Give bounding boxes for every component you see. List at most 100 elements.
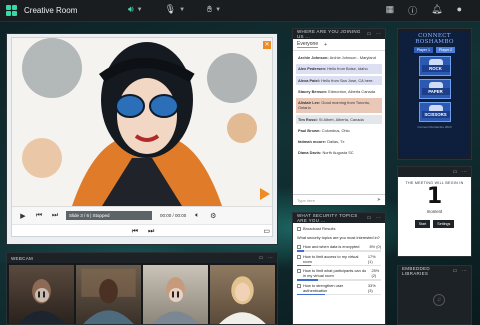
poll-option[interactable]: How to limit access to my virtual room 17… (297, 254, 381, 266)
checkbox[interactable] (297, 283, 301, 288)
checkbox[interactable] (297, 226, 301, 231)
next-slide-button[interactable]: ⏭ (50, 212, 60, 220)
chat-message: Alexa Patel: Hello from San Jose, CA her… (296, 75, 382, 85)
checkbox[interactable] (297, 254, 301, 259)
broadcast-results-toggle[interactable]: Broadcast Results (297, 226, 381, 231)
more-icon[interactable]: ⋯ (268, 255, 273, 261)
raise-hand-control[interactable]: ✋︎ ▼ (207, 4, 221, 15)
presentation-controls: ▶ ⏮ ⏭ Slide 3 / 6 | Stopped 00:00 / 00:0… (12, 206, 272, 224)
poll-option[interactable]: How to limit what participants can do in… (297, 268, 381, 281)
message-input[interactable]: Type here ➤ (293, 194, 385, 205)
poll-result-bar (297, 293, 381, 295)
webcam-pod: WEBCAM ▭ ⋯ ❚❚ ❚❚ (6, 252, 278, 325)
slide-status: Slide 3 / 6 | Stopped (66, 211, 152, 220)
fullscreen-icon[interactable]: ▭ (263, 227, 270, 235)
layout-icon[interactable]: ▭ (259, 255, 264, 261)
more-icon[interactable]: ⋯ (462, 268, 467, 274)
webcam-tile[interactable]: ❚❚ (143, 265, 208, 324)
poll-result-fill (297, 293, 325, 295)
layout-icon[interactable]: ▭ (367, 31, 372, 37)
timer-settings-button[interactable]: Settings (433, 220, 455, 228)
add-tab-icon[interactable]: + (324, 42, 327, 48)
rock-button[interactable]: ROCK (418, 56, 451, 76)
chat-message: fatimah moore: Dallas, Tx (298, 139, 345, 145)
presentation-pod: ✕ ▶ ⏮ ⏭ Slide 3 / 6 | Stopped 00:00 / 00… (6, 33, 278, 245)
player1-button[interactable]: Player 1 (413, 47, 433, 53)
player2-button[interactable]: Player 2 (436, 47, 456, 53)
pause-icon[interactable]: ❚❚ (34, 287, 49, 302)
chat-pod: WHERE ARE YOU JOINING US ... ▭ ⋯ Everyone… (292, 28, 386, 206)
scissors-button[interactable]: SCISSORS (418, 102, 451, 122)
poll-result-bar (297, 264, 381, 266)
webcam-tile[interactable]: ❚❚ (9, 265, 74, 324)
settings-icon[interactable]: ⚙ (208, 212, 218, 220)
poll-option[interactable]: How to strengthen user authentication 33%… (297, 283, 381, 295)
hand-icon: ✋︎ (207, 4, 213, 14)
poll-pod: WHAT SECURITY TOPICS ARE YOU ... ▭ ⋯ Broa… (292, 212, 386, 325)
app-logo-icon (6, 4, 18, 17)
more-icon[interactable]: ⋯ (462, 169, 467, 175)
chat-message: Stacey Benson: Edmonton, Alberta Canada (298, 88, 376, 94)
chevron-down-icon: ▼ (136, 6, 143, 13)
poll-option[interactable]: How and when data is encrypted 8% (0) (297, 244, 381, 252)
music-icon[interactable]: ♫ (433, 294, 445, 306)
more-icon[interactable]: ⋯ (376, 215, 381, 221)
timer-pod: ▭ ⋯ THE MEETING WILL BEGIN IN 1 moment St… (397, 166, 472, 257)
checkbox[interactable] (297, 269, 301, 273)
room-title: Creative Room (24, 6, 78, 15)
webcam-title: WEBCAM (11, 255, 34, 261)
chat-message: Diana Davis: North Augusta SC (298, 150, 354, 156)
webcam-header: WEBCAM ▭ ⋯ (7, 253, 277, 263)
webcam-tile[interactable] (76, 265, 141, 324)
pause-icon[interactable]: ❚❚ (168, 287, 183, 302)
roshambo-footer: Connect Roshambo 2023 (417, 125, 452, 129)
chat-header: WHERE ARE YOU JOINING US ... ▭ ⋯ (293, 29, 385, 39)
chevron-down-icon: ▼ (215, 6, 222, 13)
timer-header: ▭ ⋯ (398, 167, 471, 177)
mic-control[interactable]: 🎙︎ ▼ (165, 4, 185, 15)
roshambo-title: CONNECT ROSHAMBO (415, 33, 454, 45)
timer-start-button[interactable]: Start (414, 220, 431, 228)
help-icon[interactable]: ⓘ (408, 4, 417, 17)
next-icon[interactable]: ⏭ (148, 228, 154, 236)
slide-image: ✕ (12, 38, 272, 206)
more-icon[interactable]: ⋯ (376, 31, 381, 37)
play-button[interactable]: ▶ (18, 212, 28, 220)
tab-everyone[interactable]: Everyone (297, 41, 319, 48)
poll-header: WHAT SECURITY TOPICS ARE YOU ... ▭ ⋯ (293, 213, 385, 223)
timer-unit: moment (426, 209, 443, 214)
close-icon[interactable]: ✕ (263, 41, 271, 49)
volume-icon[interactable]: 🔈︎ (192, 212, 202, 220)
poll-question: What security topics are you most intere… (297, 235, 380, 240)
slide-navigation: ⏮ ⏭ ▭ (12, 224, 272, 236)
roshambo-pod: CONNECT ROSHAMBO Player 1 Player 2 ROCK … (397, 28, 472, 160)
notifications-icon[interactable]: 🔔︎ (431, 4, 442, 17)
play-icon[interactable] (260, 188, 270, 200)
layout-icon[interactable]: ▭ (367, 215, 372, 221)
speaker-icon: 🔊︎ (128, 4, 134, 14)
poll-result-fill (297, 264, 312, 266)
previous-icon[interactable]: ⏮ (132, 228, 138, 236)
presentation-stage: ✕ ▶ ⏮ ⏭ Slide 3 / 6 | Stopped 00:00 / 00… (11, 37, 273, 237)
libraries-pod: EMBEDDED LIBRARIES ▭ ⋯ ♫ (397, 265, 472, 325)
poll-result-bar (297, 250, 381, 252)
prev-slide-button[interactable]: ⏮ (34, 212, 44, 220)
grid-icon[interactable]: ▦ (386, 4, 395, 17)
chat-message: Alex Pedersen: Hello from Boise, Idaho (296, 64, 382, 74)
paper-button[interactable]: PAPER (418, 79, 451, 99)
poll-result-bar (297, 279, 381, 281)
user-icon[interactable]: ● (457, 4, 462, 17)
time-display: 00:00 / 00:00 (160, 213, 187, 218)
chevron-down-icon: ▼ (179, 6, 186, 13)
top-bar: Creative Room 🔊︎ ▼ 🎙︎ ▼ ✋︎ ▼ ▦ ⓘ 🔔︎ ● (0, 0, 480, 22)
checkbox[interactable] (297, 245, 301, 249)
layout-icon[interactable]: ▭ (453, 268, 458, 274)
audio-control[interactable]: 🔊︎ ▼ (128, 4, 143, 15)
send-icon[interactable]: ➤ (377, 197, 381, 203)
libraries-header: EMBEDDED LIBRARIES ▭ ⋯ (398, 266, 471, 276)
webcam-tile[interactable] (210, 265, 275, 324)
layout-icon[interactable]: ▭ (453, 169, 458, 175)
poll-result-fill (297, 250, 304, 252)
roshambo-game: CONNECT ROSHAMBO Player 1 Player 2 ROCK … (400, 31, 469, 157)
message-list: Archie Johnson: Archie Johnson - Marylan… (293, 51, 385, 162)
